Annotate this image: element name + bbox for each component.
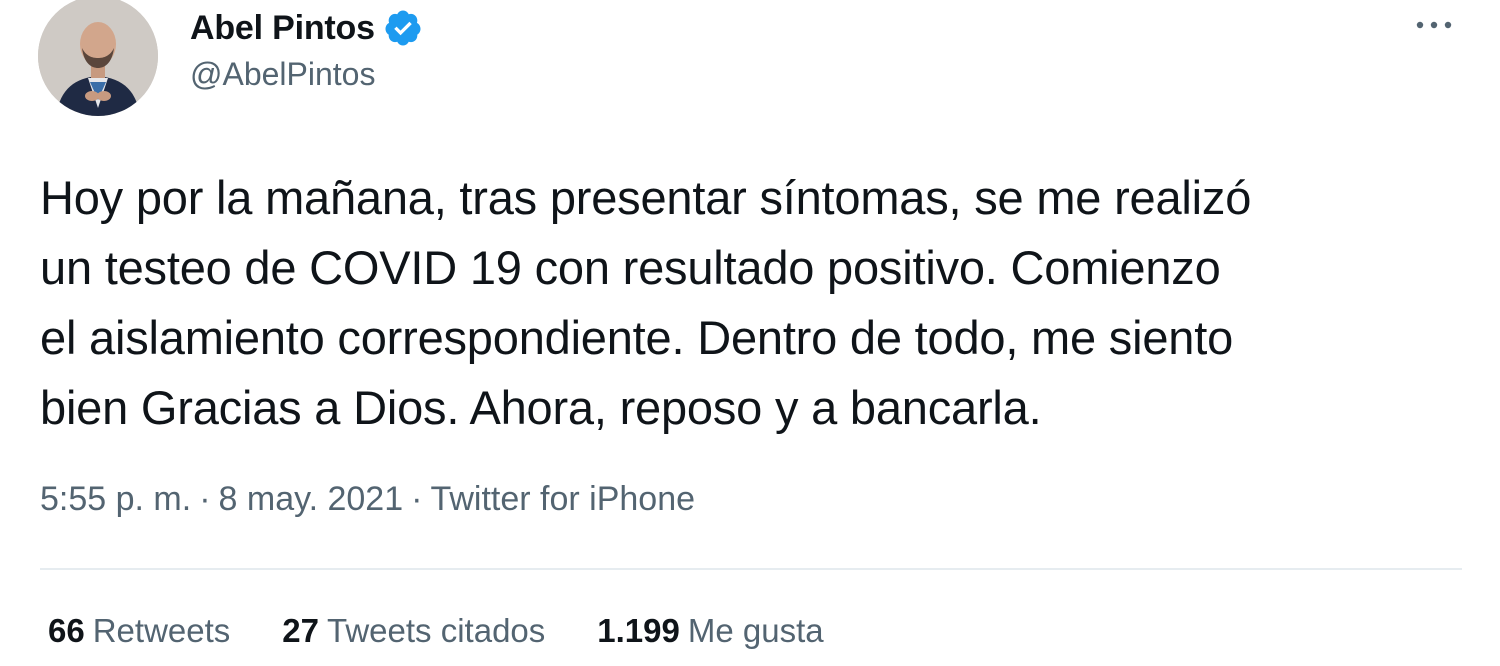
separator: ·: [199, 480, 211, 518]
tweet-date[interactable]: 8 may. 2021: [219, 480, 404, 518]
divider: [40, 568, 1462, 570]
tweet-stats: 66 Retweets 27 Tweets citados 1.199 Me g…: [48, 612, 876, 650]
tweet-card: Abel Pintos @AbelPintos Hoy por la mañan…: [0, 0, 1500, 666]
tweet-text: Hoy por la mañana, tras presentar síntom…: [40, 163, 1480, 443]
verified-badge-icon: [383, 8, 423, 48]
tweet-metadata: 5:55 p. m. · 8 may. 2021 · Twitter for iPhon…: [40, 480, 695, 519]
user-handle[interactable]: @AbelPintos: [190, 56, 375, 93]
retweets-count: 66: [48, 612, 85, 649]
likes-label: Me gusta: [687, 612, 824, 649]
avatar[interactable]: [38, 0, 158, 116]
retweets-stat[interactable]: 66 Retweets: [48, 612, 230, 650]
tweet-text-line: el aislamiento correspondiente. Dentro d…: [40, 311, 1234, 364]
more-options-button[interactable]: [1412, 8, 1456, 42]
likes-count: 1.199: [597, 612, 680, 649]
more-horizontal-icon: [1416, 21, 1452, 29]
profile-photo: [38, 0, 158, 116]
tweet-time[interactable]: 5:55 p. m.: [40, 480, 191, 518]
tweet-text-line: Hoy por la mañana, tras presentar síntom…: [40, 171, 1252, 224]
tweet-text-line: bien Gracias a Dios. Ahora, reposo y a b…: [40, 381, 1042, 434]
tweet-text-line: un testeo de COVID 19 con resultado posi…: [40, 241, 1221, 294]
quotes-label: Tweets citados: [327, 612, 546, 649]
retweets-label: Retweets: [92, 612, 231, 649]
tweet-source[interactable]: Twitter for iPhone: [430, 480, 695, 518]
separator: ·: [411, 480, 423, 518]
likes-stat[interactable]: 1.199 Me gusta: [597, 612, 823, 650]
quotes-count: 27: [282, 612, 319, 649]
display-name[interactable]: Abel Pintos: [190, 9, 375, 48]
user-name-row: Abel Pintos: [190, 6, 423, 50]
quotes-stat[interactable]: 27 Tweets citados: [282, 612, 545, 650]
